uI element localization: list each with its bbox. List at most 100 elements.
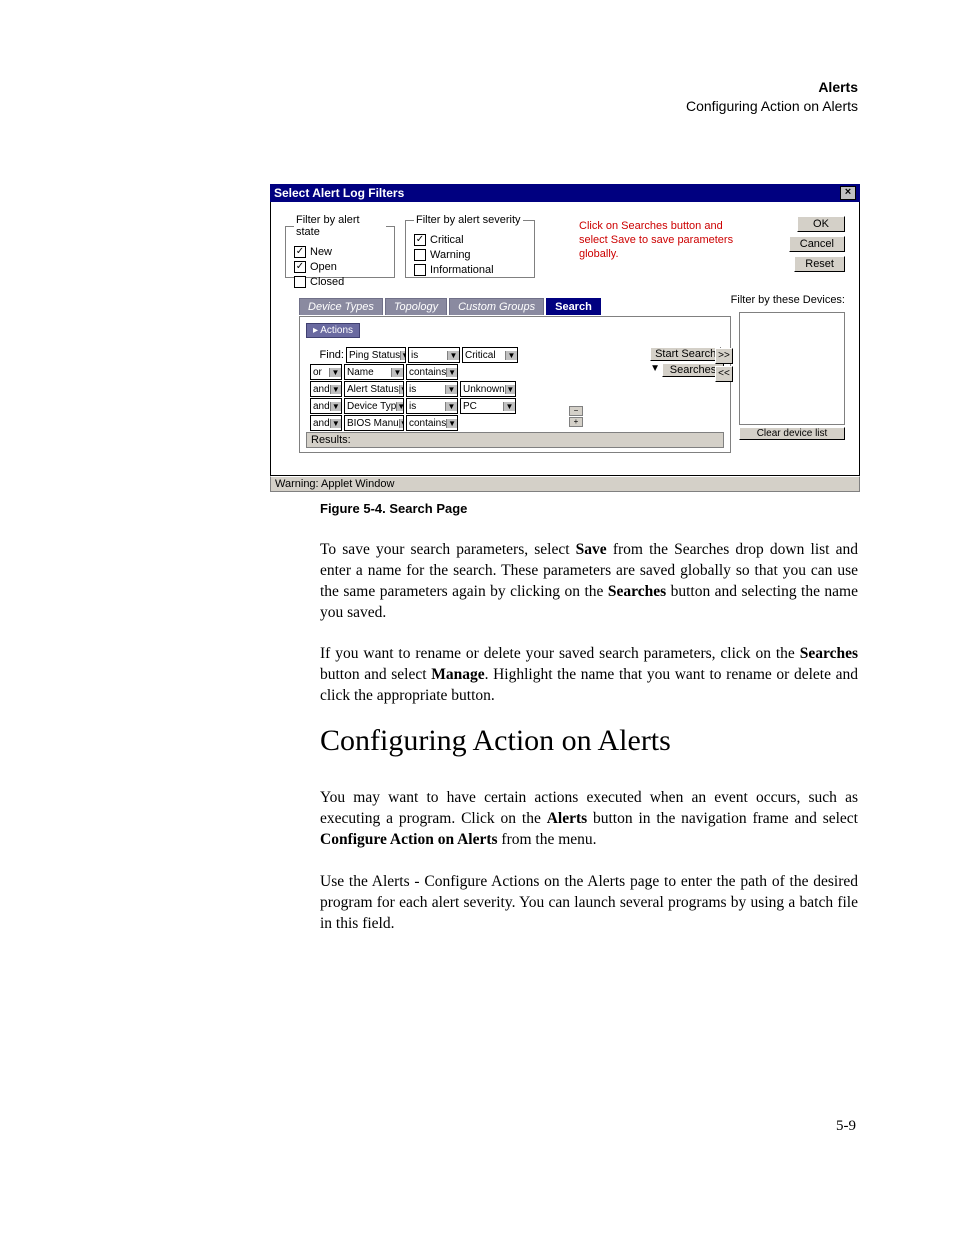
dialog-body: Filter by alert state New Open Closed Fi… [270, 202, 860, 476]
tabstrip: Device Types Topology Custom Groups Sear… [299, 298, 601, 315]
tab-body: ▸ Actions Find: Ping Status▼ is▼ Critica… [299, 316, 731, 453]
value-select[interactable]: Critical▼ [462, 347, 518, 363]
remove-row-button[interactable]: − [569, 406, 583, 416]
chevron-down-icon: ▼ [505, 385, 515, 394]
criteria-rows: Find: Ping Status▼ is▼ Critical▼ or▼ Nam… [310, 347, 610, 431]
device-panel: Clear device list [739, 312, 845, 440]
chevron-down-icon: ▼ [329, 368, 341, 377]
actions-menu[interactable]: ▸ Actions [306, 323, 360, 338]
tab-custom-groups[interactable]: Custom Groups [449, 298, 544, 315]
paragraph: You may want to have certain actions exe… [320, 788, 858, 851]
dialog-titlebar: Select Alert Log Filters × [270, 184, 860, 202]
checkbox-icon[interactable] [414, 249, 426, 261]
chevron-down-icon: ▼ [399, 419, 404, 428]
find-label: Find: [310, 349, 344, 361]
chevron-down-icon: ▼ [650, 363, 660, 377]
conn-select[interactable]: or▼ [310, 364, 342, 380]
figure-caption: Figure 5-4. Search Page [320, 501, 858, 516]
filter-state-group: Filter by alert state New Open Closed [285, 214, 395, 278]
move-left-button[interactable]: << [715, 366, 733, 382]
section-heading-row: Configuring Action on Alerts [320, 724, 858, 758]
chevron-down-icon: ▼ [399, 385, 404, 394]
sev-row-informational[interactable]: Informational [414, 263, 526, 277]
op-select[interactable]: contains▼ [406, 415, 458, 431]
tab-topology[interactable]: Topology [385, 298, 447, 315]
clear-device-list-button[interactable]: Clear device list [739, 427, 845, 440]
value-select[interactable]: PC▼ [460, 398, 516, 414]
move-buttons: >> << [715, 348, 733, 382]
conn-select[interactable]: and▼ [310, 398, 342, 414]
op-select[interactable]: is▼ [406, 381, 458, 397]
filter-by-devices-label: Filter by these Devices: [731, 294, 845, 306]
close-icon[interactable]: × [840, 186, 856, 200]
op-select[interactable]: contains▼ [406, 364, 458, 380]
filter-state-legend: Filter by alert state [294, 214, 386, 238]
sev-label: Warning [430, 248, 471, 262]
op-select[interactable]: is▼ [406, 398, 458, 414]
cancel-button[interactable]: Cancel [789, 236, 845, 252]
state-row-open[interactable]: Open [294, 260, 386, 274]
criteria-row: and▼ BIOS Manu▼ contains▼ [310, 415, 610, 431]
dialog-figure: Select Alert Log Filters × Filter by ale… [270, 184, 860, 492]
filter-severity-group: Filter by alert severity Critical Warnin… [405, 214, 535, 278]
checkbox-icon[interactable] [414, 234, 426, 246]
checkbox-icon[interactable] [414, 264, 426, 276]
op-select[interactable]: is▼ [408, 347, 460, 363]
conn-select[interactable]: and▼ [310, 415, 342, 431]
section-heading: Configuring Action on Alerts [320, 724, 858, 758]
tab-search[interactable]: Search [546, 298, 601, 315]
dialog-title: Select Alert Log Filters [274, 186, 404, 200]
checkbox-icon[interactable] [294, 246, 306, 258]
tab-device-types[interactable]: Device Types [299, 298, 383, 315]
checkbox-icon[interactable] [294, 261, 306, 273]
criteria-row: or▼ Name▼ contains▼ [310, 364, 610, 380]
conn-select[interactable]: and▼ [310, 381, 342, 397]
checkbox-icon[interactable] [294, 276, 306, 288]
field-select[interactable]: BIOS Manu▼ [344, 415, 404, 431]
sev-label: Informational [430, 263, 494, 277]
field-select[interactable]: Device Typ▼ [344, 398, 404, 414]
add-row-button[interactable]: + [569, 417, 583, 427]
dialog-buttons: OK Cancel Reset [789, 216, 845, 272]
start-search-button[interactable]: Start Search [650, 347, 721, 361]
state-row-new[interactable]: New [294, 245, 386, 259]
chevron-down-icon: ▼ [446, 368, 457, 377]
paragraph: To save your search parameters, select S… [320, 540, 858, 624]
paragraph: Use the Alerts - Configure Actions on th… [320, 872, 858, 935]
results-label: Results: [311, 434, 351, 446]
sev-row-warning[interactable]: Warning [414, 248, 526, 262]
field-select[interactable]: Alert Status▼ [344, 381, 404, 397]
state-label: Open [310, 260, 337, 274]
paragraph: If you want to rename or delete your sav… [320, 644, 858, 707]
state-label: New [310, 245, 332, 259]
row-add-remove: − + [569, 406, 583, 427]
sev-row-critical[interactable]: Critical [414, 233, 526, 247]
field-select[interactable]: Name▼ [344, 364, 404, 380]
criteria-row: Find: Ping Status▼ is▼ Critical▼ [310, 347, 610, 363]
ok-button[interactable]: OK [797, 216, 845, 232]
applet-warning: Warning: Applet Window [270, 476, 860, 492]
chevron-down-icon: ▼ [391, 368, 403, 377]
header-title: Alerts [686, 78, 858, 97]
chevron-down-icon: ▼ [400, 351, 406, 360]
chevron-down-icon: ▼ [396, 402, 404, 411]
chevron-down-icon: ▼ [330, 402, 341, 411]
state-row-closed[interactable]: Closed [294, 275, 386, 289]
value-select[interactable]: Unknown▼ [460, 381, 516, 397]
move-right-button[interactable]: >> [715, 348, 733, 364]
callout-hint: Click on Searches button and select Save… [579, 220, 749, 261]
chevron-down-icon: ▼ [446, 419, 457, 428]
page-number: 5-9 [836, 1118, 856, 1135]
running-header: Alerts Configuring Action on Alerts [686, 78, 858, 116]
filter-severity-legend: Filter by alert severity [414, 214, 523, 226]
state-label: Closed [310, 275, 344, 289]
chevron-down-icon: ▼ [330, 419, 341, 428]
device-list[interactable] [739, 312, 845, 425]
reset-button[interactable]: Reset [794, 256, 845, 272]
criteria-row: and▼ Device Typ▼ is▼ PC▼ [310, 398, 610, 414]
search-actions: Start Search ▼ Searches [650, 347, 724, 377]
chevron-down-icon: ▼ [503, 402, 515, 411]
chevron-down-icon: ▼ [447, 351, 459, 360]
sev-label: Critical [430, 233, 464, 247]
field-select[interactable]: Ping Status▼ [346, 347, 406, 363]
